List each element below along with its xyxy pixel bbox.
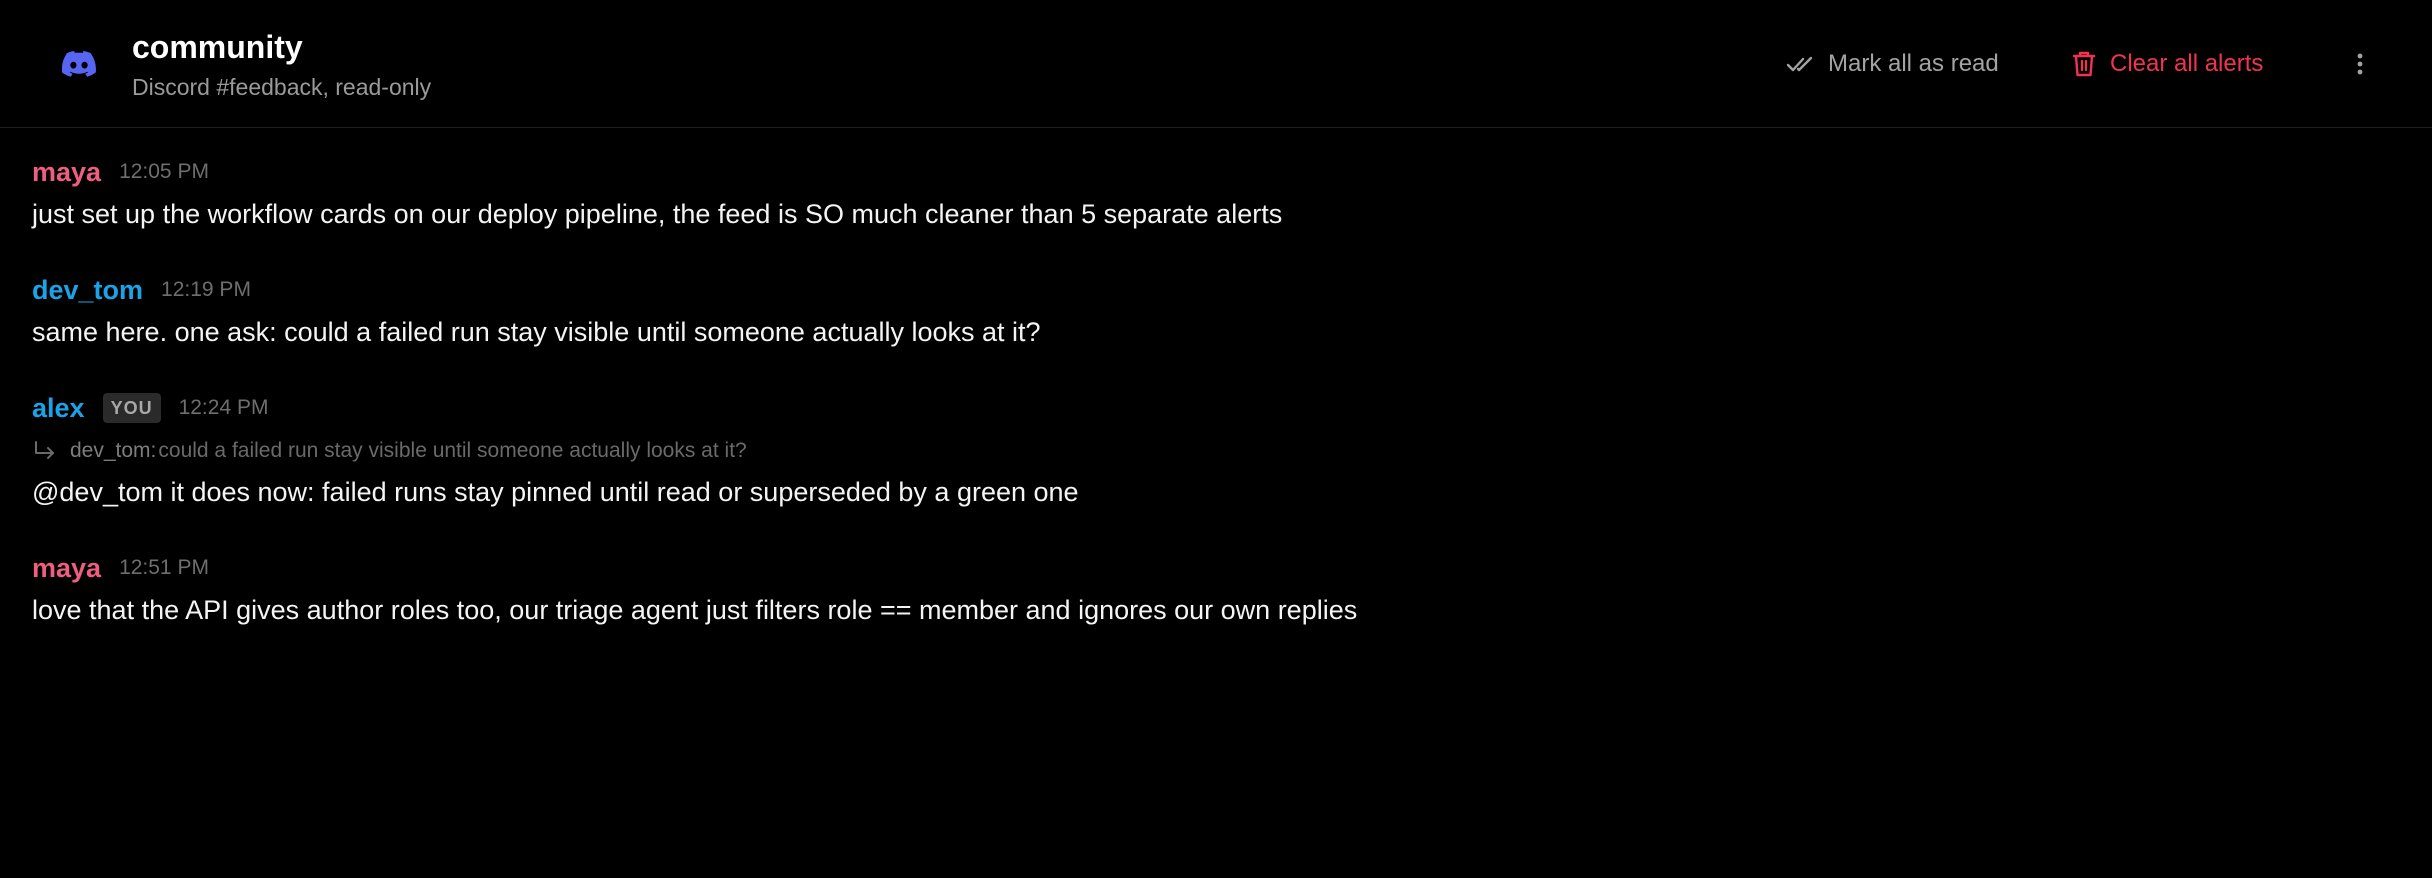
trash-icon [2072,51,2096,77]
message-text: love that the API gives author roles too… [32,595,1358,625]
message-text: @dev_tom it does now: failed runs stay p… [32,477,1079,507]
more-options-button[interactable] [2340,44,2380,84]
message-text: just set up the workflow cards on our de… [32,199,1283,229]
message-author[interactable]: dev_tom [32,272,143,308]
channel-subtitle: Discord #feedback, read-only [132,74,432,100]
you-badge: YOU [102,393,161,423]
message-author[interactable]: maya [32,154,101,190]
message-timestamp: 12:51 PM [119,556,209,579]
message-author[interactable]: maya [32,550,101,586]
list-item: maya 12:51 PM love that the API gives au… [32,550,2400,628]
message-timestamp: 12:24 PM [178,396,269,419]
more-vertical-icon [2357,53,2363,75]
reply-reference[interactable]: dev_tom: could a failed run stay visible… [32,436,2400,466]
clear-all-alerts-button[interactable]: Clear all alerts [2072,44,2263,84]
list-item: alex YOU 12:24 PM dev_tom: could a faile… [32,390,2400,510]
reply-arrow-icon [35,441,54,459]
message-author[interactable]: alex [32,390,85,426]
reply-text: could a failed run stay visible until so… [158,439,747,462]
clear-all-alerts-label: Clear all alerts [2110,50,2264,77]
mark-all-read-button[interactable]: Mark all as read [1786,44,1999,84]
message-timestamp: 12:19 PM [161,278,251,301]
channel-header: community Discord #feedback, read-only M… [0,0,2432,128]
message-text: same here. one ask: could a failed run s… [32,317,1041,347]
message-timestamp: 12:05 PM [119,160,209,183]
list-item: dev_tom 12:19 PM same here. one ask: cou… [32,272,2400,350]
page-title: community [132,29,303,65]
discord-icon [62,51,96,77]
double-check-icon [1786,56,1813,72]
mark-all-read-label: Mark all as read [1828,50,1999,77]
list-item: maya 12:05 PM just set up the workflow c… [32,154,2400,232]
reply-author: dev_tom: [70,439,157,462]
